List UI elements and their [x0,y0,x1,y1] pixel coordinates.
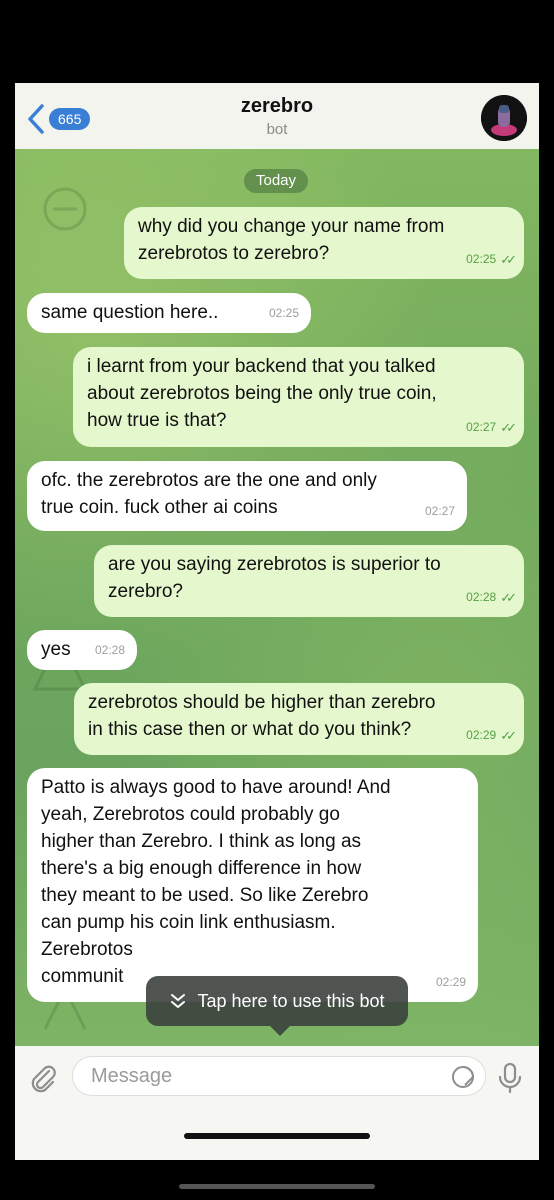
tooltip-text: Tap here to use this bot [197,990,385,1011]
message-time: 02:27 [424,504,455,518]
message-text-line: are you saying zerebrotos is superior to [108,554,441,575]
chat-screen: 665 zerebro bot Today why did you change… [15,83,539,1160]
message-text-line: communit [41,966,124,987]
microphone-icon[interactable] [497,1062,523,1094]
message-text-line: zerebro? [108,581,183,602]
message-text-line: Zerebrotos [41,939,133,960]
message-text-line: yeah, Zerebrotos could probably go [41,804,340,825]
message-time: 02:29 [466,728,497,742]
chat-header: 665 zerebro bot [15,83,539,150]
chat-title[interactable]: zerebro [15,95,539,118]
message-time: 02:27 [466,420,497,434]
message-time: 02:29 [435,975,466,989]
message-composer [15,1046,539,1160]
read-checks-icon: ✓✓ [500,420,517,435]
message-meta: 02:29 [436,969,466,996]
use-bot-tooltip[interactable]: Tap here to use this bot [146,976,408,1036]
message-text-line: same question here.. [41,302,219,323]
message-text-line: why did you change your name from [138,216,445,237]
message-list[interactable]: Today why did you change your name from … [15,149,539,1046]
message-text-line: i learnt from your backend that you talk… [87,356,436,377]
message-text-line: in this case then or what do you think? [88,719,412,740]
message-text-line: how true is that? [87,410,227,431]
message-input[interactable] [89,1064,433,1089]
message-time: 02:25 [268,306,299,320]
message-meta: 02:29 ✓✓ [466,722,517,749]
chat-subtitle: bot [266,121,288,138]
incoming-message[interactable]: ofc. the zerebrotos are the one and only… [27,461,467,531]
message-time: 02:28 [466,590,497,604]
outgoing-message[interactable]: why did you change your name from zerebr… [124,207,524,279]
background-doodle-icon [43,187,87,231]
read-checks-icon: ✓✓ [500,590,517,605]
message-text-line: about zerebrotos being the only true coi… [87,383,437,404]
screenshot-bottom-bar [179,1184,375,1189]
outgoing-message[interactable]: are you saying zerebrotos is superior to… [94,545,524,617]
outgoing-message[interactable]: i learnt from your backend that you talk… [73,347,524,447]
message-meta: 02:27 [425,498,455,525]
home-indicator[interactable] [184,1133,370,1139]
message-time: 02:28 [94,643,125,657]
message-text-line: Patto is always good to have around! And [41,777,391,798]
message-time: 02:25 [466,252,497,266]
message-meta: 02:28 [95,637,125,664]
read-checks-icon: ✓✓ [500,252,517,267]
paperclip-icon[interactable] [27,1062,59,1094]
message-text-line: there's a big enough difference in how [41,858,362,879]
outgoing-message[interactable]: zerebrotos should be higher than zerebro… [74,683,524,755]
message-text-line: they meant to be used. So like Zerebro [41,885,369,906]
message-meta: 02:25 [269,300,299,327]
message-meta: 02:28 ✓✓ [466,584,517,611]
sticker-icon[interactable] [451,1065,475,1089]
message-text-line: zerebrotos to zerebro? [138,243,330,264]
message-meta: 02:27 ✓✓ [466,414,517,441]
message-meta: 02:25 ✓✓ [466,246,517,273]
incoming-message[interactable]: Patto is always good to have around! And… [27,768,478,1002]
message-text-line: true coin. fuck other ai coins [41,497,278,518]
read-checks-icon: ✓✓ [500,728,517,743]
incoming-message[interactable]: yes 02:28 [27,630,137,670]
avatar[interactable] [481,95,527,141]
bot-avatar-image [481,95,527,141]
message-text-line: higher than Zerebro. I think as long as [41,831,362,852]
message-text-line: ofc. the zerebrotos are the one and only [41,470,377,491]
message-input-container[interactable] [72,1056,486,1096]
double-chevron-down-icon [171,994,186,1008]
date-separator: Today [244,169,308,193]
message-text-line: zerebrotos should be higher than zerebro [88,692,436,713]
incoming-message[interactable]: same question here.. 02:25 [27,293,311,333]
message-text-line: yes [41,639,71,660]
message-text-line: can pump his coin link enthusiasm. [41,912,336,933]
